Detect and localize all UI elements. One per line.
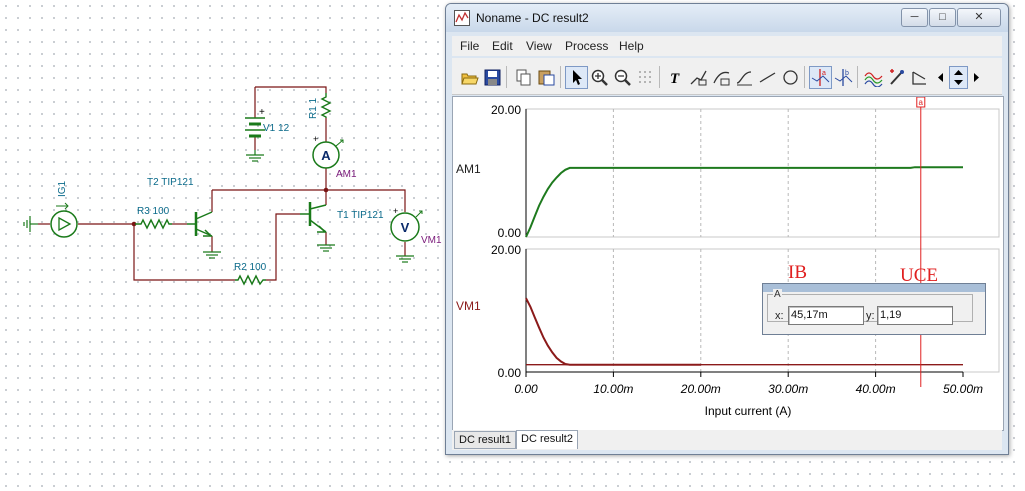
window-titlebar[interactable]: Noname - DC result2 ─ □ ✕ — [446, 4, 1008, 32]
x-tick-label: 30.00m — [768, 382, 808, 396]
cursor-y-label: y: — [866, 310, 875, 322]
cursor-y-value[interactable]: 1,19 — [877, 306, 953, 325]
x-tick-label: 20.00m — [680, 382, 721, 396]
t2-transistor[interactable] — [187, 211, 213, 237]
t1-transistor[interactable] — [300, 202, 327, 233]
schematic-canvas[interactable]: + V1 12 R1 1 A + AM1 IG1 R3 100 T2 TIP12… — [0, 0, 445, 491]
x-axis-title: Input current (A) — [705, 404, 792, 418]
am1-plus-sign: + — [313, 134, 318, 144]
cursor-x-label: x: — [775, 310, 784, 322]
dc-result-chart[interactable]: 0.00 10.00m 20.00m 30.00m 40.00m 50.00m 20.00… — [453, 97, 1003, 430]
ground-symbol — [203, 251, 221, 259]
r1-resistor[interactable] — [320, 93, 332, 118]
plot-area[interactable]: 0.00 10.00m 20.00m 30.00m 40.00m 50.00m 20.00… — [452, 96, 1004, 431]
x-tick-label: 50.00m — [943, 382, 983, 396]
label-icon[interactable] — [687, 66, 710, 89]
wire — [255, 86, 327, 93]
wire — [212, 189, 406, 212]
vm1-y-bottom-label: 0.00 — [498, 366, 522, 380]
ig1-current-source[interactable] — [50, 202, 78, 238]
arrow-icon[interactable] — [908, 66, 931, 89]
dc-result-window[interactable]: Noname - DC result2 ─ □ ✕ File Edit View… — [445, 3, 1009, 455]
scroll-updown-icon[interactable] — [949, 66, 968, 89]
menu-process[interactable]: Process — [565, 39, 608, 53]
menu-file[interactable]: File — [460, 39, 479, 53]
v1-plus-sign: + — [259, 107, 265, 118]
svg-text:T: T — [670, 71, 680, 87]
am1-y-top-label: 20.00 — [491, 103, 521, 117]
waveform-icon[interactable] — [862, 66, 885, 89]
text-icon[interactable]: T — [664, 66, 687, 89]
x-tick-label: 40.00m — [856, 382, 896, 396]
line-icon[interactable] — [756, 66, 779, 89]
am1-symbol: A — [321, 148, 331, 163]
minimize-button[interactable]: ─ — [901, 8, 928, 27]
zoom-in-icon[interactable] — [588, 66, 611, 89]
paste-icon[interactable] — [535, 66, 558, 89]
scroll-right-icon[interactable] — [968, 66, 984, 89]
am1-label: AM1 — [336, 169, 357, 180]
cursor-b-icon[interactable]: b — [832, 66, 855, 89]
app-icon — [454, 10, 470, 26]
menu-edit[interactable]: Edit — [492, 39, 513, 53]
r3-label: R3 100 — [137, 206, 170, 217]
cursor-readout-box[interactable]: A x: 45,17m y: 1,19 — [762, 283, 986, 335]
maximize-button[interactable]: □ — [929, 8, 956, 27]
cursor-readout-titlebar[interactable] — [763, 284, 985, 292]
ground-symbol — [396, 255, 414, 263]
menu-view[interactable]: View — [526, 39, 552, 53]
cursor-a-label: a — [919, 98, 924, 107]
tab-dc-result2[interactable]: DC result2 — [516, 430, 578, 449]
cursor-a-icon[interactable]: a — [809, 66, 832, 89]
ground-symbol — [246, 150, 264, 162]
vm1-symbol: V — [401, 220, 410, 235]
t2-label: T2 TIP121 — [147, 177, 194, 188]
ig1-label: IG1 — [57, 180, 68, 197]
circle-icon[interactable] — [779, 66, 802, 89]
vm1-voltmeter[interactable]: V + — [390, 206, 423, 242]
grid-icon[interactable] — [634, 66, 657, 89]
window-title: Noname - DC result2 — [476, 11, 589, 25]
vm1-panel-label: VM1 — [456, 299, 481, 313]
v1-label: V1 12 — [263, 123, 290, 134]
copy-icon[interactable] — [512, 66, 535, 89]
am1-y-bottom-label: 0.00 — [498, 226, 522, 240]
x-tick-label: 0.00 — [514, 382, 538, 396]
am1-panel-label: AM1 — [456, 162, 481, 176]
menu-bar: File Edit View Process Help — [452, 36, 1002, 56]
panel-frame-am1 — [525, 108, 1000, 238]
marker-icon[interactable] — [885, 66, 908, 89]
t1-label: T1 TIP121 — [337, 210, 384, 221]
am1-ammeter[interactable]: A + — [312, 134, 344, 169]
svg-text:b: b — [845, 70, 849, 77]
r2-label: R2 100 — [234, 262, 267, 273]
wire — [266, 213, 300, 281]
toolbar: T a b — [452, 58, 1002, 95]
menu-help[interactable]: Help — [619, 39, 644, 53]
junction-dot — [323, 187, 329, 193]
close-button[interactable]: ✕ — [957, 8, 1001, 27]
ground-symbol — [23, 216, 38, 232]
x-tick-label: 10.00m — [593, 382, 633, 396]
vm1-label: VM1 — [421, 235, 442, 246]
pointer-icon[interactable] — [565, 66, 588, 89]
zoom-out-icon[interactable] — [611, 66, 634, 89]
vm1-plus-sign: + — [393, 206, 398, 216]
curve-icon[interactable] — [733, 66, 756, 89]
svg-text:a: a — [822, 70, 826, 77]
tab-dc-result1[interactable]: DC result1 — [454, 431, 516, 449]
scroll-left-icon[interactable] — [933, 66, 949, 89]
cursor-x-value[interactable]: 45,17m — [788, 306, 864, 325]
r2-resistor[interactable] — [235, 274, 266, 286]
save-icon[interactable] — [481, 66, 504, 89]
open-icon[interactable] — [458, 66, 481, 89]
cursor-group-label: A — [773, 289, 782, 300]
ground-symbol — [317, 244, 335, 252]
result-tabs: DC result1 DC result2 — [452, 430, 1002, 450]
r3-resistor[interactable] — [135, 218, 172, 230]
ib-annotation: IB — [788, 262, 807, 283]
curve-label-icon[interactable] — [710, 66, 733, 89]
vm1-y-top-label: 20.00 — [491, 243, 521, 257]
r1-label: R1 1 — [308, 97, 319, 119]
